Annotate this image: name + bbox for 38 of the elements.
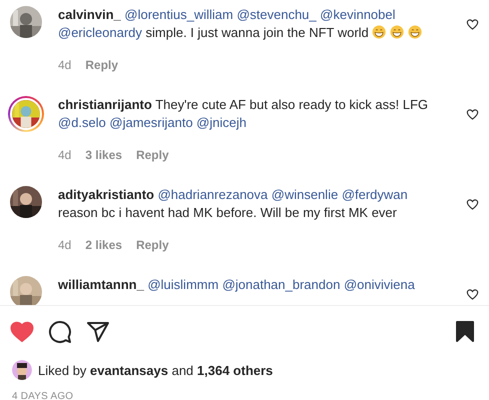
mention-link[interactable]: @jamesrijanto bbox=[110, 115, 193, 130]
mention-link[interactable]: @stevenchu_ bbox=[236, 7, 316, 22]
mention-link[interactable]: @lorentius_william bbox=[124, 7, 234, 22]
mention-link[interactable]: @ericleonardy bbox=[58, 25, 142, 40]
grinning-emoji-icon bbox=[372, 25, 386, 39]
username-link[interactable]: christianrijanto bbox=[58, 97, 152, 112]
grinning-emoji-icon bbox=[408, 25, 422, 39]
mention-link[interactable]: @jnicejh bbox=[196, 115, 246, 130]
heart-icon[interactable] bbox=[466, 288, 479, 301]
mention-link[interactable]: @hadrianrezanova bbox=[158, 187, 268, 202]
post-date: 4 DAYS AGO bbox=[11, 390, 74, 400]
comment-text: christianrijanto They're cute AF but also ready to kick ass! LFG @d.selo @jamesrijanto @jnicejh bbox=[58, 96, 430, 132]
comment-time: 4d bbox=[58, 148, 72, 162]
mention-link[interactable]: @ferdywan bbox=[342, 187, 408, 202]
liker-link[interactable]: evantansays bbox=[90, 362, 168, 378]
likes-summary: Liked by evantansays and 1,364 others bbox=[38, 362, 273, 378]
mention-link[interactable]: @kevinnobel bbox=[320, 7, 396, 22]
mention-link[interactable]: @oniviviena bbox=[344, 277, 415, 292]
mention-link[interactable]: @d.selo bbox=[58, 115, 106, 130]
send-icon[interactable] bbox=[86, 320, 110, 344]
comment-icon[interactable] bbox=[48, 320, 72, 344]
comment-time: 4d bbox=[58, 58, 72, 72]
mention-link[interactable]: @jonathan_brandon bbox=[222, 277, 340, 292]
story-ring[interactable] bbox=[8, 96, 44, 132]
bookmark-icon[interactable] bbox=[453, 320, 477, 344]
heart-icon[interactable] bbox=[466, 18, 479, 31]
username-link[interactable]: williamtannn_ bbox=[58, 277, 144, 292]
comment-text: adityakristianto @hadrianrezanova @winsenlie @ferdywan reason bc i havent had MK before. Will be my first MK ever bbox=[58, 186, 409, 222]
comment-time: 4d bbox=[58, 238, 72, 252]
comment-text: calvinvin_ @lorentius_william @stevenchu_ @kevinnobel @ericleonardy simple. I just wanna join the NFT world bbox=[58, 6, 448, 42]
username-link[interactable]: calvinvin_ bbox=[58, 7, 121, 22]
grinning-emoji-icon bbox=[390, 25, 404, 39]
heart-icon[interactable] bbox=[466, 108, 479, 121]
mention-link[interactable]: @winsenlie bbox=[271, 187, 338, 202]
mention-link[interactable]: @luislimmm bbox=[148, 277, 219, 292]
username-link[interactable]: adityakristianto bbox=[58, 187, 154, 202]
heart-icon[interactable] bbox=[466, 198, 479, 211]
others-link[interactable]: 1,364 others bbox=[197, 362, 273, 378]
